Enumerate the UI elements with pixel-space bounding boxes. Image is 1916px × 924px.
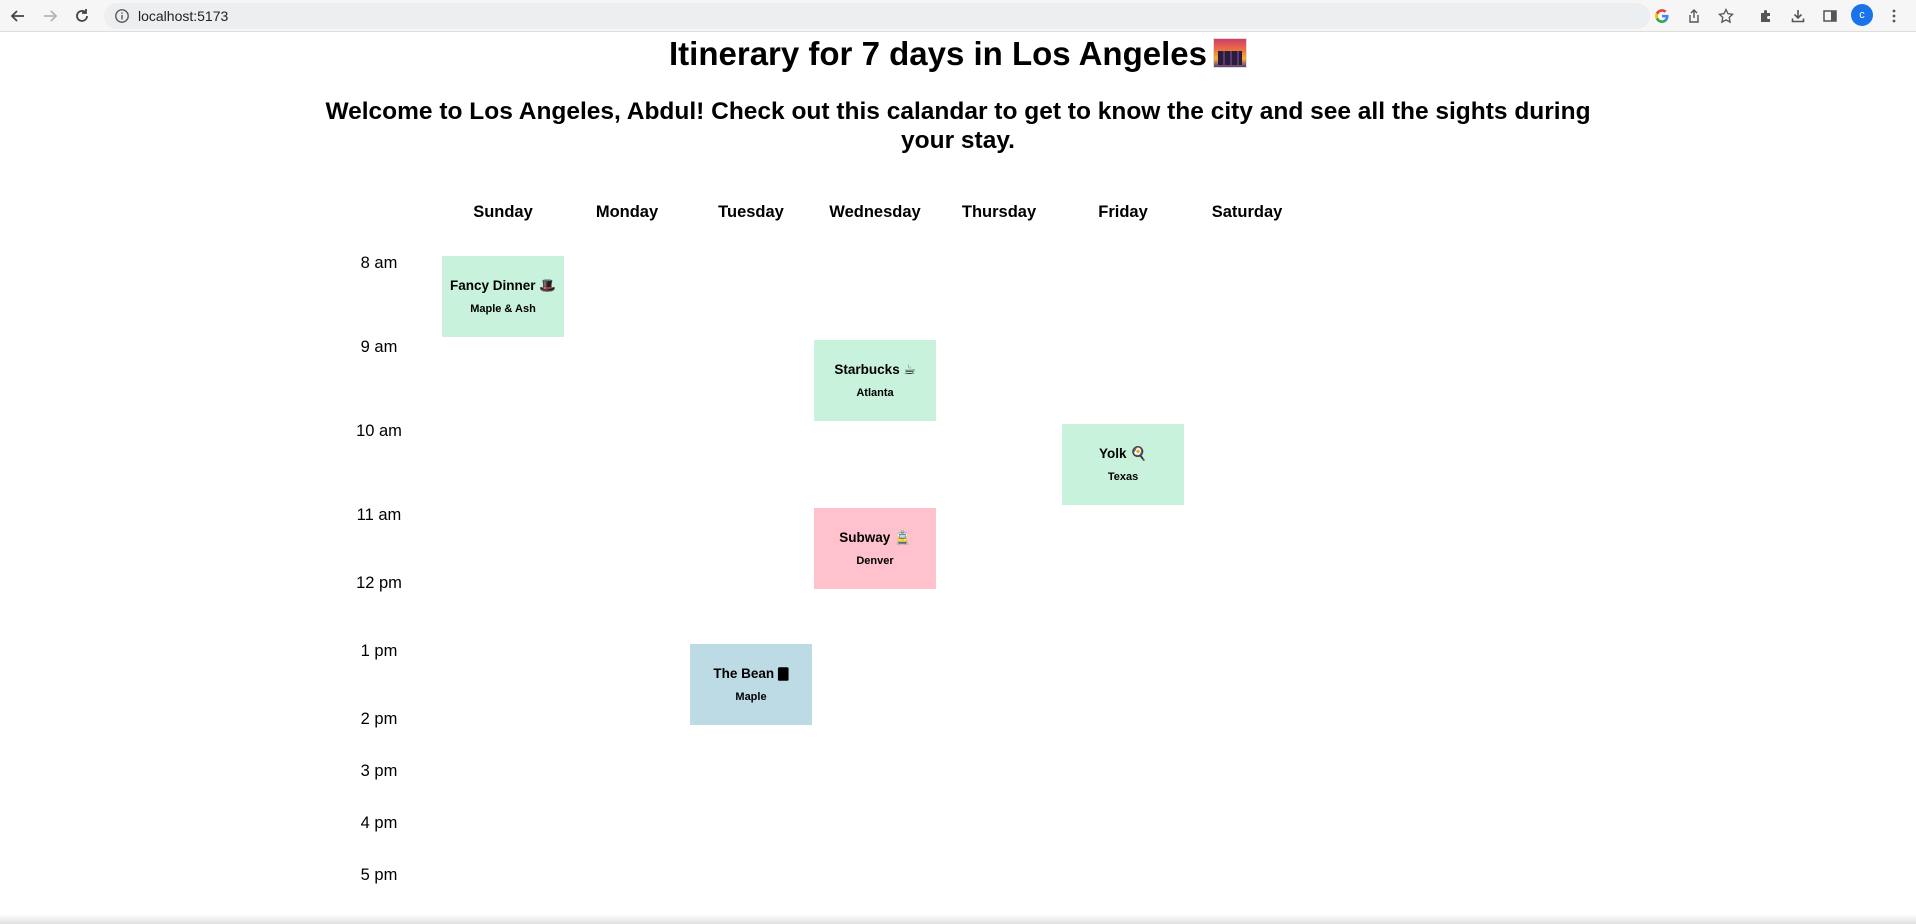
event-title: Fancy Dinner 🎩 — [449, 278, 557, 293]
welcome-message: Welcome to Los Angeles, Abdul! Check out… — [325, 98, 1591, 154]
time-label: 8 am — [360, 254, 398, 272]
event-title: Subway 🚊 — [839, 530, 911, 545]
time-label: 10 am — [356, 422, 402, 440]
event-title: Yolk 🍳 — [1098, 446, 1148, 461]
info-icon[interactable] — [114, 8, 130, 24]
time-label: 1 pm — [360, 642, 398, 660]
time-label: 5 pm — [360, 866, 398, 884]
day-header-friday: Friday — [1098, 203, 1148, 221]
browser-toolbar: localhost:5173 c — [0, 0, 1916, 32]
time-label: 11 am — [356, 506, 402, 524]
time-label: 12 pm — [356, 574, 402, 592]
event-card[interactable]: Subway 🚊 Denver — [814, 508, 936, 589]
city-sunset-icon — [1212, 38, 1247, 68]
day-header-monday: Monday — [595, 203, 659, 221]
event-location: Maple — [735, 691, 767, 703]
side-panel-icon[interactable] — [1819, 5, 1841, 27]
menu-icon[interactable] — [1883, 5, 1905, 27]
star-icon[interactable] — [1717, 7, 1735, 24]
itinerary-page: Itinerary for 7 days in Los Angeles Welc… — [0, 33, 1916, 924]
window-edge-shadow — [0, 914, 1916, 924]
time-label: 3 pm — [360, 762, 398, 780]
event-title: The Bean 🀫 — [713, 666, 789, 681]
event-card[interactable]: The Bean 🀫 Maple — [690, 644, 812, 725]
event-location: Denver — [856, 555, 894, 567]
event-card[interactable]: Fancy Dinner 🎩 Maple & Ash — [442, 256, 564, 337]
extensions-icon[interactable] — [1755, 5, 1777, 27]
address-bar[interactable]: localhost:5173 — [104, 3, 1735, 29]
event-title: Starbucks ☕ — [834, 362, 916, 377]
url-text[interactable]: localhost:5173 — [138, 8, 228, 24]
time-label: 2 pm — [360, 710, 398, 728]
back-arrow-icon[interactable] — [6, 4, 30, 28]
day-header-tuesday: Tuesday — [718, 203, 784, 221]
download-icon[interactable] — [1787, 5, 1809, 27]
event-card[interactable]: Starbucks ☕ Atlanta — [814, 340, 936, 421]
day-header-saturday: Saturday — [1211, 203, 1283, 221]
page-title-text: Itinerary for 7 days in Los Angeles — [669, 35, 1207, 72]
time-label: 9 am — [360, 338, 398, 356]
event-card[interactable]: Yolk 🍳 Texas — [1062, 424, 1184, 505]
event-location: Texas — [1107, 471, 1139, 483]
time-label: 4 pm — [360, 814, 398, 832]
day-header-wednesday: Wednesday — [829, 203, 921, 221]
share-icon[interactable] — [1686, 8, 1702, 24]
google-icon[interactable] — [1654, 8, 1670, 24]
reload-icon[interactable] — [70, 4, 94, 28]
day-header-thursday: Thursday — [961, 203, 1037, 221]
event-location: Atlanta — [856, 387, 894, 399]
event-location: Maple & Ash — [470, 303, 536, 315]
page-title: Itinerary for 7 days in Los Angeles — [0, 35, 1916, 73]
day-header-sunday: Sunday — [473, 203, 533, 221]
forward-arrow-icon[interactable] — [38, 4, 62, 28]
profile-avatar[interactable]: c — [1851, 4, 1873, 26]
